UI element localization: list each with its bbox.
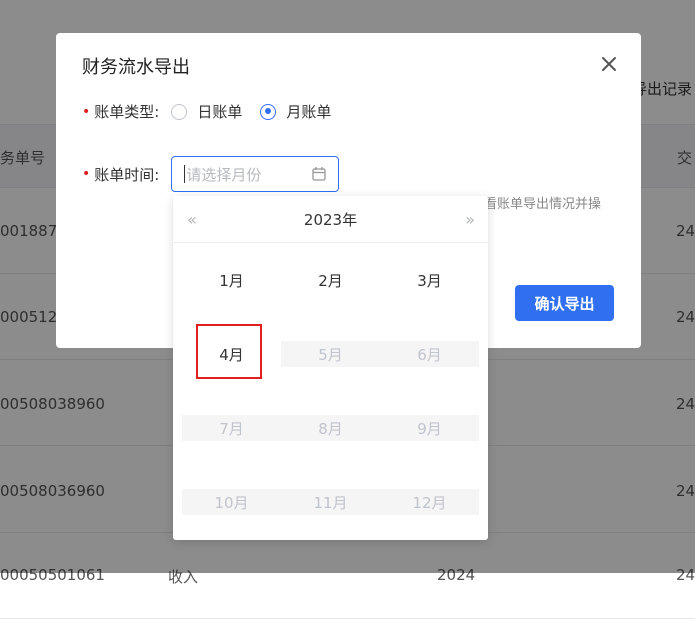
bill-time-label: 账单时间: <box>94 165 160 184</box>
text-caret <box>184 165 186 183</box>
modal-title: 财务流水导出 <box>82 57 190 78</box>
month-cell-8: 8月 <box>281 415 380 441</box>
month-cell-4[interactable]: 4月 <box>182 341 281 367</box>
picker-year[interactable]: 2023年 <box>173 209 488 230</box>
required-mark: • <box>82 166 91 182</box>
bill-time-row: • 账单时间: 请选择月份 <box>82 156 340 192</box>
required-mark: • <box>82 103 91 120</box>
month-cell-2[interactable]: 2月 <box>281 267 380 293</box>
export-hint-text: 看账单导出情况并操 <box>484 197 602 212</box>
month-cell-10: 10月 <box>182 489 281 515</box>
radio-daily-label[interactable]: 日账单 <box>197 101 242 122</box>
month-cell-12: 12月 <box>380 489 479 515</box>
bill-type-row: • 账单类型: 日账单 月账单 <box>82 101 331 122</box>
month-input-placeholder: 请选择月份 <box>186 165 262 184</box>
month-select-input[interactable]: 请选择月份 <box>171 156 340 192</box>
month-cell-9: 9月 <box>380 415 479 441</box>
month-cell-7: 7月 <box>182 415 281 441</box>
radio-circle-checked[interactable] <box>260 103 277 120</box>
month-cell-5: 5月 <box>281 341 380 367</box>
radio-monthly-label[interactable]: 月账单 <box>286 101 331 122</box>
month-cell-1[interactable]: 1月 <box>182 267 281 293</box>
calendar-icon[interactable] <box>312 166 326 182</box>
radio-monthly-bill[interactable]: 月账单 <box>260 101 331 122</box>
confirm-export-button[interactable]: 确认导出 <box>515 285 614 321</box>
month-cell-11: 11月 <box>281 489 380 515</box>
radio-circle[interactable] <box>171 103 188 120</box>
close-icon[interactable] <box>600 55 618 73</box>
double-chevron-right-icon[interactable]: » <box>465 210 475 229</box>
month-picker-popup: « 2023年 » 1月 2月 3月 4月 5月 6月 7月 8月 9月 10月… <box>173 196 488 540</box>
picker-header: « 2023年 » <box>173 196 488 243</box>
radio-daily-bill[interactable]: 日账单 <box>171 101 242 122</box>
month-cell-3[interactable]: 3月 <box>380 267 479 293</box>
month-cell-6: 6月 <box>380 341 479 367</box>
bill-type-label: 账单类型: <box>94 103 160 121</box>
